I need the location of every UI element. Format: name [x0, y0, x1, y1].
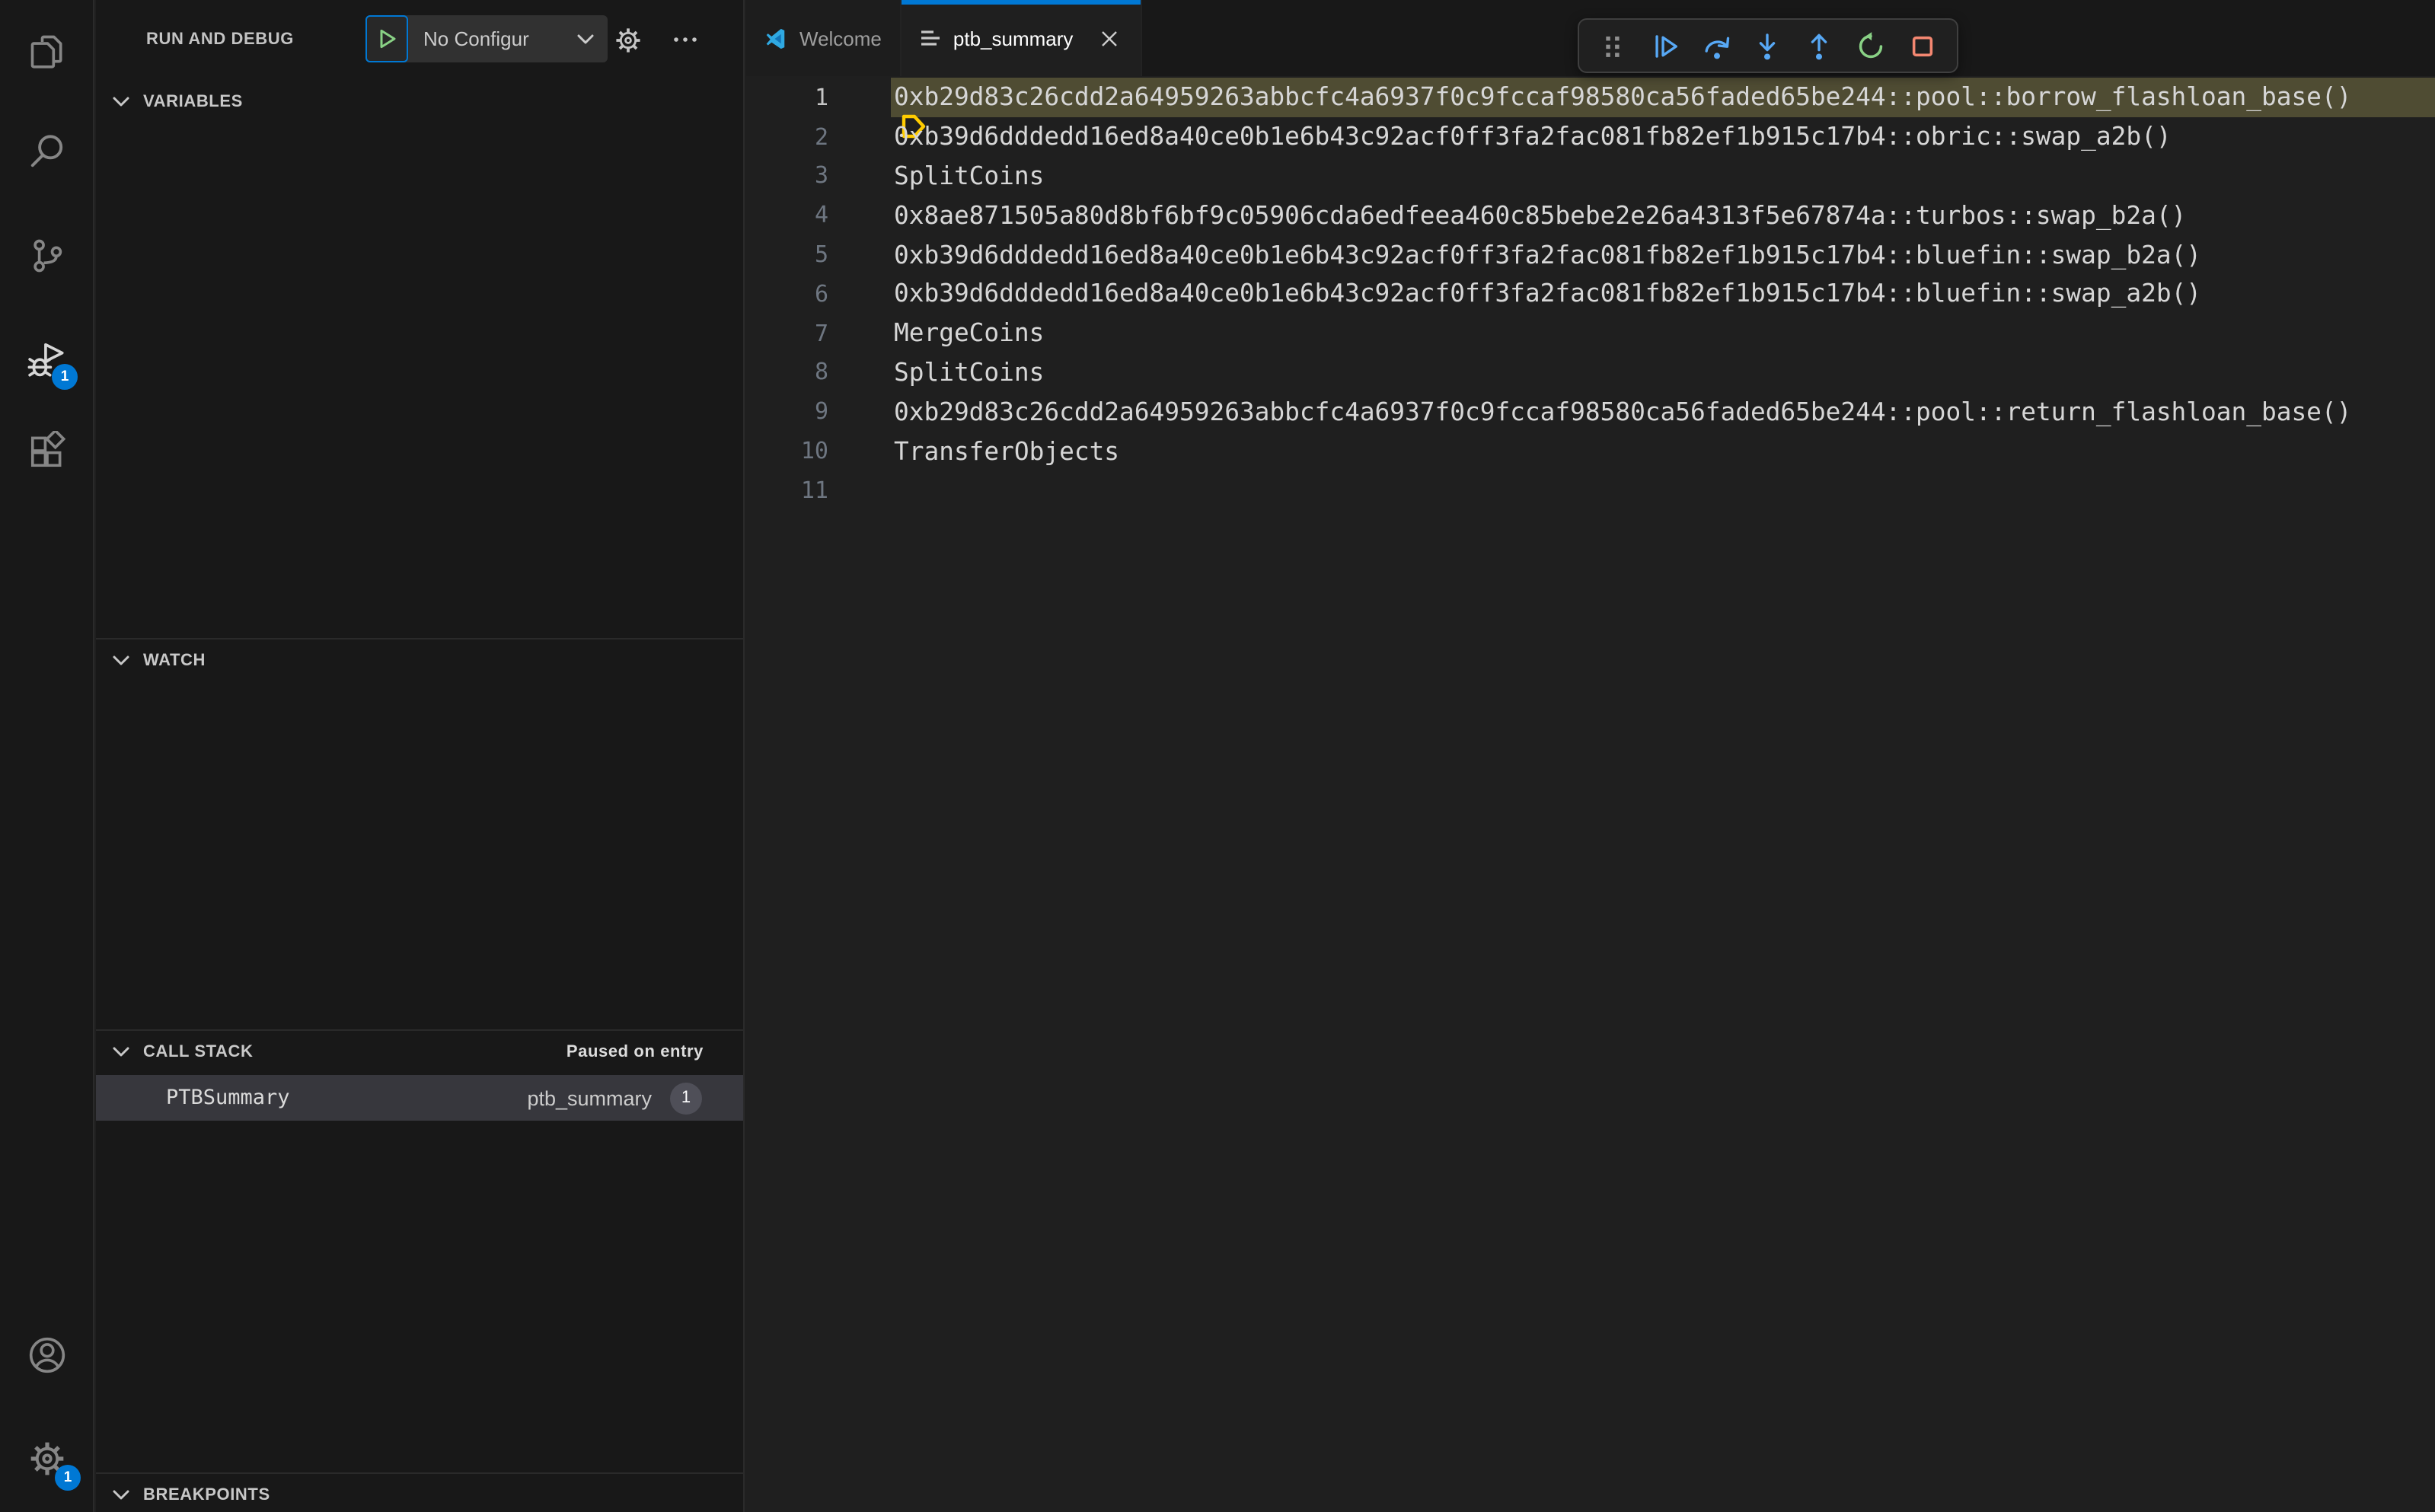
- step-over-button[interactable]: [1697, 26, 1737, 65]
- debug-badge: 1: [52, 364, 78, 390]
- section-label: CALL STACK: [143, 1042, 254, 1061]
- list-file-icon: [921, 30, 940, 46]
- frame-name: PTBSummary: [166, 1086, 290, 1110]
- current-frame-marker-icon: [720, 84, 927, 139]
- search-icon[interactable]: [11, 114, 84, 187]
- tab-ptb-summary[interactable]: ptb_summary: [901, 0, 1142, 76]
- line-text[interactable]: MergeCoins: [891, 314, 2435, 353]
- call-stack-frame[interactable]: PTBSummary ptb_summary 1: [96, 1075, 743, 1121]
- continue-button[interactable]: [1645, 26, 1685, 65]
- breakpoint-margin[interactable]: [746, 431, 783, 471]
- tab-label: Welcome: [799, 27, 882, 49]
- line-number: 5: [814, 241, 828, 269]
- line-number: 10: [800, 437, 828, 465]
- chevron-down-icon: [577, 33, 594, 45]
- configuration-dropdown[interactable]: No Configur: [408, 15, 608, 62]
- breakpoint-margin[interactable]: [746, 78, 783, 117]
- breakpoint-margin[interactable]: [746, 117, 783, 157]
- tab-label: ptb_summary: [953, 27, 1074, 49]
- breakpoint-margin[interactable]: [746, 234, 783, 274]
- stop-button[interactable]: [1902, 26, 1942, 65]
- breakpoint-margin[interactable]: [746, 196, 783, 235]
- step-out-button[interactable]: [1799, 26, 1839, 65]
- breakpoint-margin[interactable]: [746, 352, 783, 392]
- chevron-down-icon: [113, 96, 129, 108]
- breakpoint-margin[interactable]: [746, 156, 783, 196]
- editor-group: Welcome ptb_summary 1 0xb29d83c26cdd2a64…: [746, 0, 2435, 1512]
- configuration-label: No Configur: [423, 27, 529, 50]
- code-line[interactable]: 6 0xb39d6dddedd16ed8a40ce0b1e6b43c92acf0…: [746, 274, 2435, 314]
- vscode-window: 1 1 RUN AND DEBUG No Configur VARIABLES …: [0, 0, 2435, 1512]
- settings-gear-icon[interactable]: 1: [11, 1422, 84, 1495]
- line-text[interactable]: TransferObjects: [891, 431, 2435, 471]
- code-line[interactable]: 4 0x8ae871505a80d8bf6bf9c05906cda6edfeea…: [746, 196, 2435, 235]
- sidebar-title: RUN AND DEBUG: [146, 30, 294, 49]
- restart-button[interactable]: [1851, 26, 1891, 65]
- chevron-down-icon: [113, 654, 129, 666]
- extensions-icon[interactable]: [11, 414, 84, 487]
- section-header-call-stack[interactable]: CALL STACK Paused on entry: [96, 1029, 743, 1072]
- line-text[interactable]: 0x8ae871505a80d8bf6bf9c05906cda6edfeea46…: [891, 196, 2435, 235]
- settings-badge: 1: [55, 1465, 81, 1491]
- code-line[interactable]: 8 SplitCoins: [746, 352, 2435, 392]
- breakpoint-margin[interactable]: [746, 314, 783, 353]
- configure-gear-icon[interactable]: [608, 20, 647, 59]
- code-line[interactable]: 3 SplitCoins: [746, 156, 2435, 196]
- line-number: 6: [814, 279, 828, 308]
- tab-welcome[interactable]: Welcome: [746, 0, 902, 76]
- line-text[interactable]: 0xb39d6dddedd16ed8a40ce0b1e6b43c92acf0ff…: [891, 274, 2435, 314]
- line-number: 1: [814, 83, 828, 111]
- frame-source: ptb_summary: [527, 1086, 652, 1109]
- close-icon[interactable]: [1097, 26, 1122, 50]
- explorer-icon[interactable]: [11, 15, 84, 88]
- code-line[interactable]: 5 0xb39d6dddedd16ed8a40ce0b1e6b43c92acf0…: [746, 234, 2435, 274]
- vscode-logo-icon: [766, 27, 785, 49]
- account-icon[interactable]: [11, 1319, 84, 1392]
- line-text[interactable]: 0xb39d6dddedd16ed8a40ce0b1e6b43c92acf0ff…: [891, 117, 2435, 157]
- run-and-debug-icon[interactable]: 1: [11, 324, 84, 397]
- drag-handle-icon[interactable]: [1594, 26, 1634, 65]
- debug-config-control: No Configur: [365, 15, 608, 62]
- line-text[interactable]: SplitCoins: [891, 156, 2435, 196]
- breakpoint-margin[interactable]: [746, 471, 783, 510]
- line-number: 7: [814, 319, 828, 347]
- chevron-down-icon: [113, 1045, 129, 1057]
- line-number: 8: [814, 358, 828, 386]
- code-line[interactable]: 1 0xb29d83c26cdd2a64959263abbcfc4a6937f0…: [746, 78, 2435, 139]
- call-stack-status: Paused on entry: [566, 1042, 704, 1061]
- line-number: 4: [814, 201, 828, 229]
- section-label: VARIABLES: [143, 93, 243, 111]
- code-line[interactable]: 2 0xb39d6dddedd16ed8a40ce0b1e6b43c92acf0…: [746, 117, 2435, 157]
- line-text[interactable]: 0xb29d83c26cdd2a64959263abbcfc4a6937f0c9…: [891, 78, 2435, 139]
- line-text[interactable]: SplitCoins: [891, 352, 2435, 392]
- breakpoint-margin[interactable]: [746, 392, 783, 432]
- code-line[interactable]: 11: [746, 471, 2435, 510]
- debug-toolbar: [1578, 18, 1958, 73]
- code-line[interactable]: 7 MergeCoins: [746, 314, 2435, 353]
- activity-bar: 1 1: [0, 0, 94, 1512]
- section-header-variables[interactable]: VARIABLES: [96, 81, 743, 123]
- chevron-down-icon: [113, 1488, 129, 1501]
- section-header-watch[interactable]: WATCH: [96, 638, 743, 681]
- line-number: 2: [814, 123, 828, 151]
- line-text[interactable]: [891, 471, 2435, 510]
- code-line[interactable]: 10 TransferObjects: [746, 431, 2435, 471]
- section-header-breakpoints[interactable]: BREAKPOINTS: [96, 1472, 743, 1512]
- line-number: 11: [800, 476, 828, 504]
- code-editor[interactable]: 1 0xb29d83c26cdd2a64959263abbcfc4a6937f0…: [746, 78, 2435, 510]
- more-actions-icon[interactable]: [665, 20, 705, 59]
- code-line[interactable]: 9 0xb29d83c26cdd2a64959263abbcfc4a6937f0…: [746, 392, 2435, 432]
- step-into-button[interactable]: [1748, 26, 1788, 65]
- line-text[interactable]: 0xb39d6dddedd16ed8a40ce0b1e6b43c92acf0ff…: [891, 234, 2435, 274]
- frame-badge: 1: [670, 1082, 702, 1114]
- line-number: 3: [814, 161, 828, 190]
- start-debugging-button[interactable]: [365, 15, 408, 62]
- line-text[interactable]: 0xb29d83c26cdd2a64959263abbcfc4a6937f0c9…: [891, 392, 2435, 432]
- line-number: 9: [814, 397, 828, 426]
- section-label: WATCH: [143, 651, 206, 669]
- source-control-icon[interactable]: [11, 219, 84, 292]
- breakpoint-margin[interactable]: [746, 274, 783, 314]
- section-label: BREAKPOINTS: [143, 1485, 270, 1504]
- run-and-debug-sidebar: RUN AND DEBUG No Configur VARIABLES WATC…: [96, 0, 745, 1512]
